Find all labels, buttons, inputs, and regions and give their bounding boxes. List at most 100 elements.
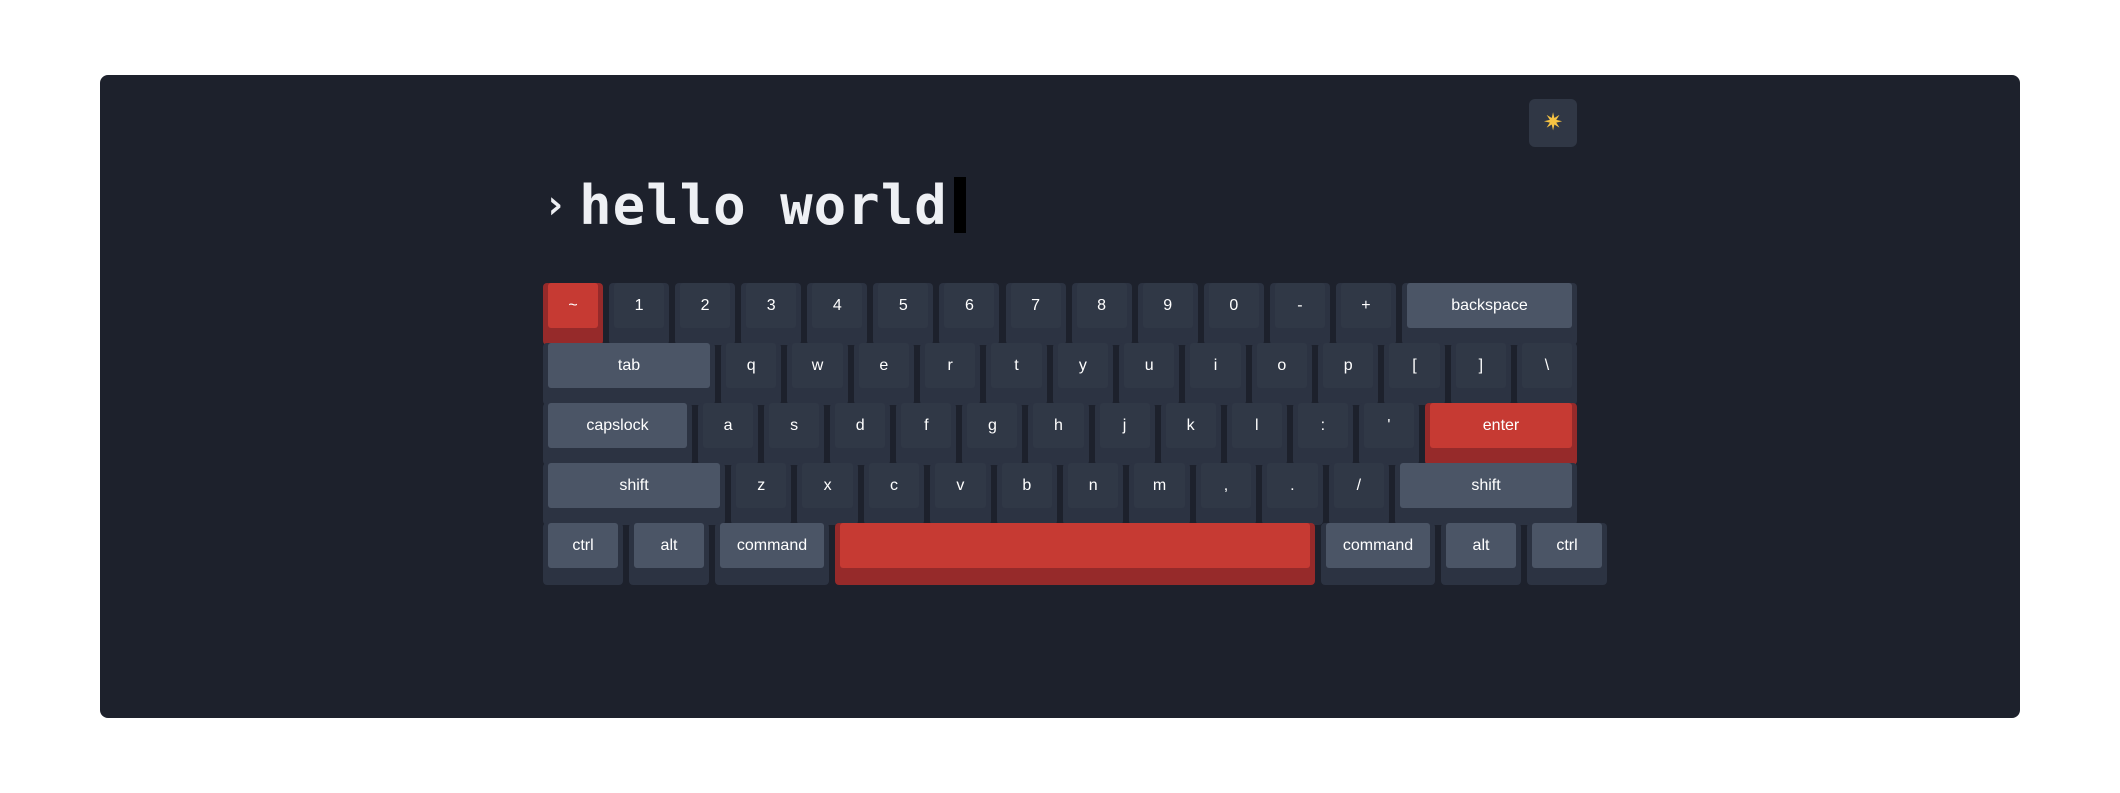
key-6[interactable]: 6 <box>939 283 1000 345</box>
key-label: alt <box>634 523 704 568</box>
typed-text: hello world <box>579 173 948 237</box>
key-ctrl[interactable]: ctrl <box>1527 523 1607 585</box>
key-w[interactable]: w <box>787 343 848 405</box>
key-label: 8 <box>1076 283 1127 328</box>
key-n[interactable]: n <box>1063 463 1124 525</box>
key-7[interactable]: 7 <box>1005 283 1066 345</box>
key-label: - <box>1274 283 1325 328</box>
key-5[interactable]: 5 <box>873 283 934 345</box>
key-label: y <box>1057 343 1108 388</box>
key-label: s <box>769 403 820 448</box>
key-comma[interactable]: , <box>1195 463 1257 525</box>
key-label: 5 <box>878 283 929 328</box>
key-label: command <box>1326 523 1430 568</box>
key-4[interactable]: 4 <box>807 283 868 345</box>
key-alt[interactable]: alt <box>629 523 709 585</box>
key-s[interactable]: s <box>764 403 825 465</box>
key-q[interactable]: q <box>721 343 782 405</box>
key-shift[interactable]: shift <box>1395 463 1577 525</box>
key-9[interactable]: 9 <box>1137 283 1198 345</box>
key-label: 0 <box>1208 283 1259 328</box>
key-3[interactable]: 3 <box>741 283 802 345</box>
key-label: p <box>1323 343 1374 388</box>
key-c[interactable]: c <box>863 463 925 525</box>
key-label: j <box>1099 403 1150 448</box>
sun-icon: ✷ <box>1542 109 1564 136</box>
key-k[interactable]: k <box>1160 403 1221 465</box>
key-label: : <box>1297 403 1348 448</box>
key-m[interactable]: m <box>1129 463 1190 525</box>
key-1[interactable]: 1 <box>609 283 670 345</box>
key-f[interactable]: f <box>896 403 957 465</box>
key-label: . <box>1267 463 1318 508</box>
key-slash[interactable]: / <box>1328 463 1389 525</box>
key-l[interactable]: l <box>1226 403 1287 465</box>
key-command[interactable]: command <box>715 523 829 585</box>
key-label: ctrl <box>548 523 618 568</box>
key-label: enter <box>1430 403 1572 448</box>
key-ctrl[interactable]: ctrl <box>543 523 623 585</box>
key-label: ~ <box>548 283 598 328</box>
key-label: b <box>1001 463 1052 508</box>
key-label: k <box>1165 403 1216 448</box>
key-label: ctrl <box>1532 523 1602 568</box>
key-label: alt <box>1446 523 1516 568</box>
keyboard: ~1 2 3 4 5 6 7 8 9 0- + backspace tab q w e r t y u i o p[] \ ca… <box>543 283 1607 588</box>
key-t[interactable]: t <box>986 343 1047 405</box>
key-label <box>840 523 1310 568</box>
key-capslock[interactable]: capslock <box>543 403 692 465</box>
key-label: / <box>1333 463 1384 508</box>
key-label: [ <box>1389 343 1440 388</box>
key-label: 9 <box>1142 283 1193 328</box>
key-y[interactable]: y <box>1052 343 1113 405</box>
key-command[interactable]: command <box>1321 523 1435 585</box>
key-p[interactable]: p <box>1318 343 1379 405</box>
key-period[interactable]: . <box>1262 463 1323 525</box>
key-label: n <box>1068 463 1119 508</box>
key-h[interactable]: h <box>1028 403 1089 465</box>
key-shift[interactable]: shift <box>543 463 725 525</box>
key-g[interactable]: g <box>962 403 1023 465</box>
key-label: 4 <box>812 283 863 328</box>
key-colon[interactable]: : <box>1292 403 1353 465</box>
key-x[interactable]: x <box>797 463 858 525</box>
key-label: 2 <box>680 283 731 328</box>
key-backspace[interactable]: backspace <box>1402 283 1577 345</box>
key-label: v <box>935 463 986 508</box>
key-label: 7 <box>1010 283 1061 328</box>
key-quote[interactable]: ' <box>1358 403 1419 465</box>
key-tab[interactable]: tab <box>543 343 715 405</box>
key-z[interactable]: z <box>731 463 792 525</box>
key-u[interactable]: u <box>1119 343 1180 405</box>
key-label: x <box>802 463 853 508</box>
key-tilde[interactable]: ~ <box>543 283 603 345</box>
key-a[interactable]: a <box>698 403 759 465</box>
key-left-bracket[interactable]: [ <box>1384 343 1445 405</box>
key-label: o <box>1256 343 1307 388</box>
key-spacebar[interactable] <box>835 523 1315 585</box>
key-alt[interactable]: alt <box>1441 523 1521 585</box>
key-label: g <box>967 403 1018 448</box>
key-right-bracket[interactable]: ] <box>1450 343 1511 405</box>
key-plus[interactable]: + <box>1335 283 1396 345</box>
key-d[interactable]: d <box>830 403 891 465</box>
key-enter[interactable]: enter <box>1425 403 1577 465</box>
key-label: 3 <box>746 283 797 328</box>
key-0[interactable]: 0 <box>1203 283 1264 345</box>
key-e[interactable]: e <box>853 343 914 405</box>
key-i[interactable]: i <box>1185 343 1246 405</box>
key-backslash[interactable]: \ <box>1517 343 1577 405</box>
key-b[interactable]: b <box>996 463 1057 525</box>
key-minus[interactable]: - <box>1269 283 1330 345</box>
key-2[interactable]: 2 <box>675 283 736 345</box>
key-label: ' <box>1363 403 1414 448</box>
key-label: 6 <box>944 283 995 328</box>
theme-toggle-button[interactable]: ✷ <box>1529 99 1577 147</box>
key-o[interactable]: o <box>1251 343 1312 405</box>
key-label: , <box>1200 463 1252 508</box>
key-j[interactable]: j <box>1094 403 1155 465</box>
key-8[interactable]: 8 <box>1071 283 1132 345</box>
key-label: w <box>792 343 843 388</box>
key-r[interactable]: r <box>920 343 981 405</box>
key-v[interactable]: v <box>930 463 991 525</box>
